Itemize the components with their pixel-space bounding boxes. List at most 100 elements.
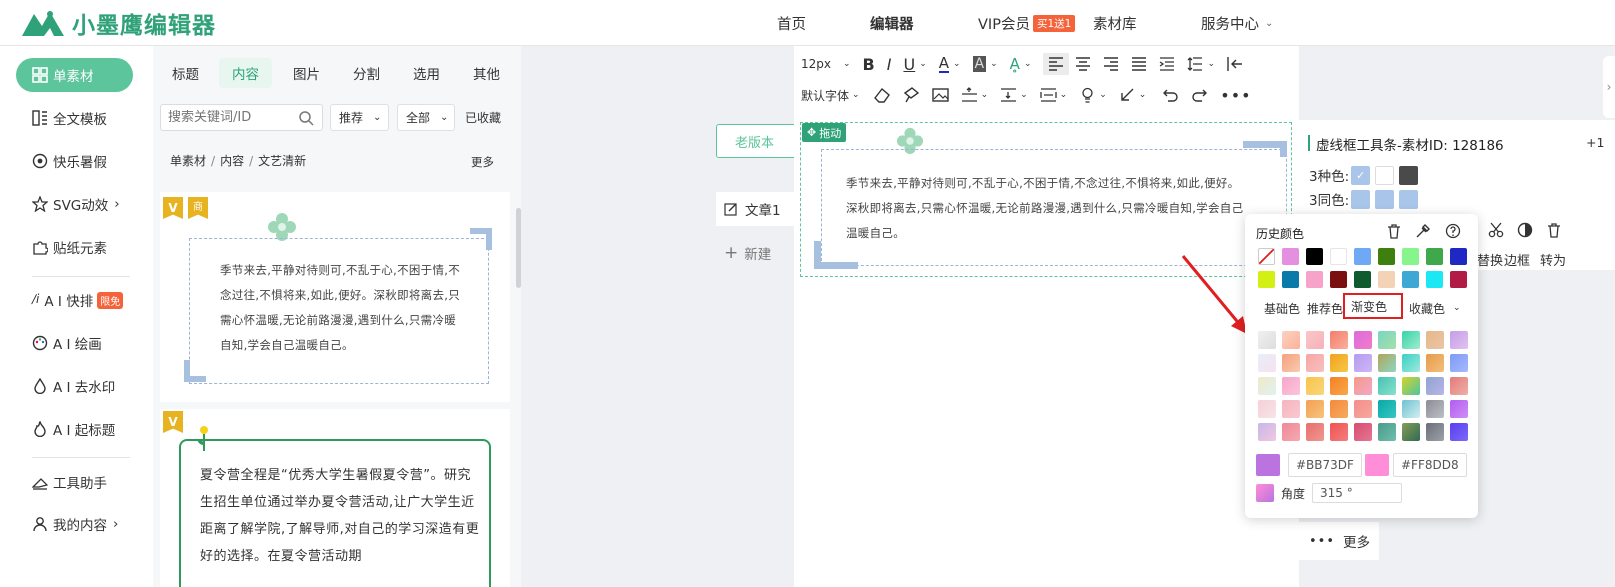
more-link[interactable]: 更多 xyxy=(471,154,494,170)
underline-icon[interactable]: U xyxy=(903,55,915,74)
bg-color-icon[interactable]: A xyxy=(972,56,987,72)
leftnav-item-single[interactable]: 单素材 xyxy=(16,58,133,92)
sort-select[interactable]: 推荐 ⌄ xyxy=(330,104,389,131)
font-size-select[interactable]: 12px xyxy=(801,57,831,71)
gradient-swatch[interactable] xyxy=(1450,354,1468,372)
justify-icon[interactable] xyxy=(1131,56,1147,72)
history-color-swatch[interactable] xyxy=(1354,248,1371,265)
border-button[interactable]: 边框 xyxy=(1504,250,1530,269)
history-color-swatch[interactable] xyxy=(1330,271,1347,288)
bulb-icon[interactable] xyxy=(1079,87,1096,103)
help-icon[interactable] xyxy=(1445,223,1461,239)
nav-vip[interactable]: VIP会员 买1送1 xyxy=(978,0,1076,46)
tab-favorite-colors[interactable]: 收藏色 ⌄ xyxy=(1409,298,1461,318)
gradient-swatch[interactable] xyxy=(1282,354,1300,372)
eyedropper-icon[interactable] xyxy=(1415,223,1431,239)
history-color-swatch[interactable] xyxy=(1378,248,1395,265)
category-select[interactable]: 全部 ⌄ xyxy=(397,104,455,131)
gradient-swatch[interactable] xyxy=(1306,423,1324,441)
leftnav-item-ai-paint[interactable]: A I 绘画 xyxy=(16,326,133,360)
gradient-swatch[interactable] xyxy=(1354,377,1372,395)
gradient-swatch[interactable] xyxy=(1378,423,1396,441)
gradient-swatch[interactable] xyxy=(1354,400,1372,418)
tab-image[interactable]: 图片 xyxy=(280,58,333,88)
history-color-swatch[interactable] xyxy=(1354,271,1371,288)
gradient-swatch[interactable] xyxy=(1402,400,1420,418)
article-tab[interactable]: 文章1 xyxy=(716,192,796,226)
gradient-swatch[interactable] xyxy=(1378,354,1396,372)
gradient-swatch[interactable] xyxy=(1258,354,1276,372)
collapse-toggle[interactable]: › xyxy=(1603,56,1615,118)
contrast-icon[interactable] xyxy=(1517,222,1533,238)
undo-icon[interactable] xyxy=(1162,87,1179,103)
tab-basic-colors[interactable]: 基础色 xyxy=(1264,298,1300,318)
leftnav-item-svg[interactable]: SVG动效 › xyxy=(16,187,133,221)
align-left-icon[interactable] xyxy=(1043,53,1070,75)
breadcrumb-item[interactable]: 单素材 xyxy=(170,152,206,169)
gradient-swatch[interactable] xyxy=(1306,331,1324,349)
gradient-swatch[interactable] xyxy=(1402,354,1420,372)
color-swatch[interactable] xyxy=(1375,165,1395,185)
scissors-icon[interactable] xyxy=(1488,222,1504,238)
gradient-swatch[interactable] xyxy=(1330,377,1348,395)
tab-selected[interactable]: 选用 xyxy=(400,58,453,88)
paragraph-spacing-icon[interactable] xyxy=(1000,87,1017,103)
gradient-end-input[interactable]: #FF8DD8 xyxy=(1393,453,1467,477)
leftnav-item-ai-title[interactable]: A I 起标题 xyxy=(16,412,133,446)
convert-button[interactable]: 转为 xyxy=(1540,250,1566,269)
color-swatch[interactable] xyxy=(1375,189,1395,209)
gradient-swatch[interactable] xyxy=(1330,400,1348,418)
leftnav-item-template[interactable]: 全文模板 xyxy=(16,101,133,135)
margin-icon[interactable] xyxy=(1040,87,1057,103)
history-color-swatch[interactable] xyxy=(1426,271,1443,288)
arrow-icon[interactable] xyxy=(1119,87,1136,103)
history-color-swatch[interactable] xyxy=(1282,271,1299,288)
gradient-swatch[interactable] xyxy=(1306,354,1324,372)
image-icon[interactable] xyxy=(931,87,949,103)
color-swatch[interactable] xyxy=(1399,189,1419,209)
history-color-swatch[interactable] xyxy=(1306,248,1323,265)
gradient-swatch[interactable] xyxy=(1354,354,1372,372)
drag-handle[interactable]: ✥ 拖动 xyxy=(802,123,847,142)
history-color-swatch[interactable] xyxy=(1402,271,1419,288)
align-center-icon[interactable] xyxy=(1075,56,1091,72)
indent-icon[interactable] xyxy=(1159,56,1175,72)
gradient-swatch[interactable] xyxy=(1426,354,1444,372)
gradient-swatch[interactable] xyxy=(1450,377,1468,395)
plus-one-label[interactable]: +1 xyxy=(1586,135,1604,150)
history-color-swatch[interactable] xyxy=(1450,248,1467,265)
more-options-icon[interactable]: ••• xyxy=(1220,86,1251,105)
angle-input[interactable]: 315 ° xyxy=(1312,483,1403,503)
breadcrumb-item[interactable]: 内容 xyxy=(220,152,244,169)
old-version-button[interactable]: 老版本 xyxy=(716,124,806,158)
leftnav-item-tools[interactable]: 工具助手 xyxy=(16,465,133,499)
editor-text[interactable]: 季节来去,平静对待则可,不乱于心,不困于情,不念过往,不惧将来,如此,便好。深秋… xyxy=(846,171,1246,246)
history-color-swatch[interactable] xyxy=(1402,248,1419,265)
favorites-button[interactable]: 已收藏 xyxy=(465,104,501,131)
gradient-swatch[interactable] xyxy=(1330,354,1348,372)
tab-divider[interactable]: 分割 xyxy=(340,58,393,88)
gradient-swatch[interactable] xyxy=(1282,400,1300,418)
gradient-swatch[interactable] xyxy=(1306,400,1324,418)
history-color-swatch[interactable] xyxy=(1306,271,1323,288)
spacing-icon[interactable] xyxy=(961,87,978,103)
trash-icon[interactable] xyxy=(1386,223,1402,239)
gradient-swatch[interactable] xyxy=(1282,423,1300,441)
color-swatch[interactable] xyxy=(1351,189,1371,209)
gradient-swatch[interactable] xyxy=(1450,331,1468,349)
gradient-end-swatch[interactable] xyxy=(1365,454,1389,476)
gradient-swatch[interactable] xyxy=(1258,400,1276,418)
gradient-swatch[interactable] xyxy=(1330,423,1348,441)
nav-library[interactable]: 素材库 xyxy=(1093,0,1137,46)
gradient-swatch[interactable] xyxy=(1402,331,1420,349)
font-color-icon[interactable]: A xyxy=(938,55,949,73)
leftnav-item-sticker[interactable]: 贴纸元素 xyxy=(16,230,133,264)
replace-button[interactable]: 替换 xyxy=(1477,250,1503,269)
gradient-swatch[interactable] xyxy=(1378,400,1396,418)
line-height-icon[interactable] xyxy=(1187,56,1203,72)
gradient-swatch[interactable] xyxy=(1330,331,1348,349)
gradient-swatch[interactable] xyxy=(1258,331,1276,349)
gradient-swatch[interactable] xyxy=(1450,400,1468,418)
gradient-swatch[interactable] xyxy=(1282,377,1300,395)
trash-icon[interactable] xyxy=(1546,222,1562,238)
